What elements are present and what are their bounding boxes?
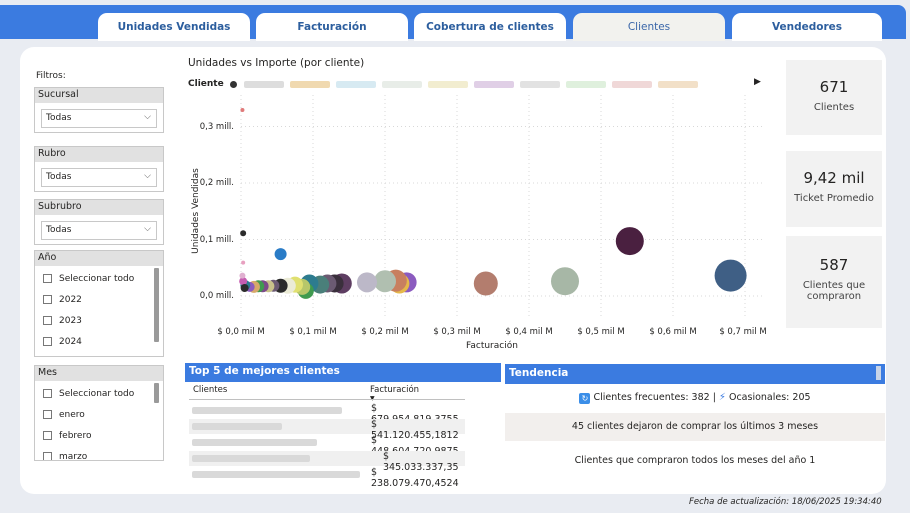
tendencia-card: Tendencia ↻ Clientes frecuentes: 382 | ⚡… (505, 364, 885, 482)
dejaron-row: 45 clientes dejaron de comprar los últim… (505, 413, 885, 441)
refresh-icon: ↻ (579, 393, 591, 404)
kpi-ticket-promedio: 9,42 mil Ticket Promedio (786, 151, 882, 227)
table-row[interactable]: $ 238.079.470,4524 (189, 467, 465, 489)
kpi-value: 587 (819, 256, 849, 274)
scatter-point[interactable] (240, 284, 249, 292)
kpi-clientes: 671 Clientes (786, 60, 882, 135)
kpi-value: 9,42 mil (803, 169, 865, 187)
scatter-point[interactable] (714, 259, 747, 292)
scatter-point[interactable] (241, 260, 246, 265)
table-row[interactable]: $ 541.120.455,1812 (189, 419, 465, 441)
scatter-point[interactable] (357, 272, 377, 293)
kpi-clientes-compraron: 587 Clientes que compraron (786, 236, 882, 328)
data-points (239, 108, 747, 299)
table-row[interactable]: $ 679.954.819,3755 (189, 403, 465, 425)
scatter-point[interactable] (615, 227, 644, 256)
column-header-facturacion[interactable]: Facturación (370, 385, 419, 395)
top5-title: Top 5 de mejores clientes (185, 363, 501, 382)
client-name-redacted (192, 439, 317, 446)
client-name-redacted (192, 455, 310, 462)
column-header-clientes[interactable]: Clientes (193, 385, 227, 395)
scatter-point[interactable] (240, 108, 245, 113)
todos-row: Clientes que compraron todos los meses d… (505, 447, 885, 475)
scrollbar[interactable] (876, 366, 881, 380)
table-row[interactable]: $ 448.604.720,9875 (189, 435, 465, 457)
frecuentes-row: ↻ Clientes frecuentes: 382 | ⚡ Ocasional… (505, 386, 885, 411)
last-updated: Fecha de actualización: 18/06/2025 19:34… (689, 497, 882, 507)
scatter-point[interactable] (240, 230, 247, 237)
ocasionales-text: Ocasionales: 205 (728, 392, 811, 403)
scatter-point[interactable] (551, 267, 579, 296)
client-name-redacted (192, 407, 342, 414)
lightning-icon: ⚡ (718, 392, 726, 403)
table-row[interactable]: $ 345.033.337,35 (189, 451, 465, 473)
kpi-label: Clientes que compraron (802, 280, 866, 302)
kpi-value: 671 (819, 78, 849, 96)
client-name-redacted (192, 471, 360, 478)
top5-table: Top 5 de mejores clientes Clientes Factu… (185, 363, 501, 489)
scatter-point[interactable] (374, 270, 396, 293)
kpi-label: Ticket Promedio (794, 193, 874, 204)
scatter-point[interactable] (274, 248, 287, 261)
cell-facturacion: $ 238.079.470,4524 (371, 467, 459, 489)
scatter-point[interactable] (239, 272, 246, 279)
kpi-label: Clientes (813, 102, 855, 113)
divider (189, 399, 465, 400)
tendencia-title-text: Tendencia (509, 367, 569, 379)
tendencia-title: Tendencia (505, 364, 885, 384)
client-name-redacted (192, 423, 282, 430)
scatter-point[interactable] (473, 271, 498, 296)
frecuentes-text: Clientes frecuentes: 382 | (593, 392, 716, 403)
